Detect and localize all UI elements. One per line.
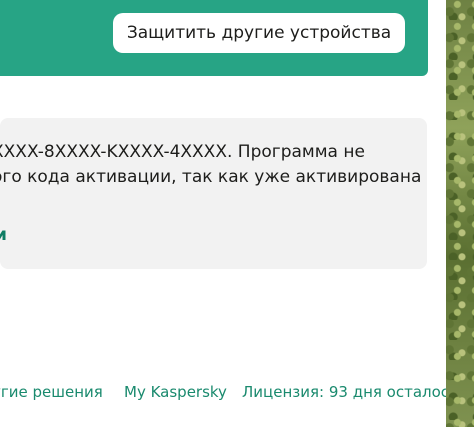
footer-links: угие решения My Kaspersky Лицензия: 93 д… [0,383,446,409]
other-solutions-link[interactable]: угие решения [0,383,103,401]
license-status-link[interactable]: Лицензия: 93 дня осталось [242,383,446,401]
activation-notice: XXXX-8XXXX-KXXXX-4XXXX. Программа не ого… [0,118,427,269]
notice-text: XXXX-8XXXX-KXXXX-4XXXX. Программа не ого… [0,140,422,190]
notice-line-1: XXXX-8XXXX-KXXXX-4XXXX. Программа не [0,142,365,162]
protect-other-devices-button[interactable]: Защитить другие устройства [113,13,405,53]
header-banner: Защитить другие устройства [0,0,428,76]
notice-line-2: ого кода активации, так как уже активиро… [0,167,422,187]
app-window: Защитить другие устройства XXXX-8XXXX-KX… [0,0,446,427]
notice-link[interactable]: и [0,225,7,245]
my-kaspersky-link[interactable]: My Kaspersky [124,383,227,401]
